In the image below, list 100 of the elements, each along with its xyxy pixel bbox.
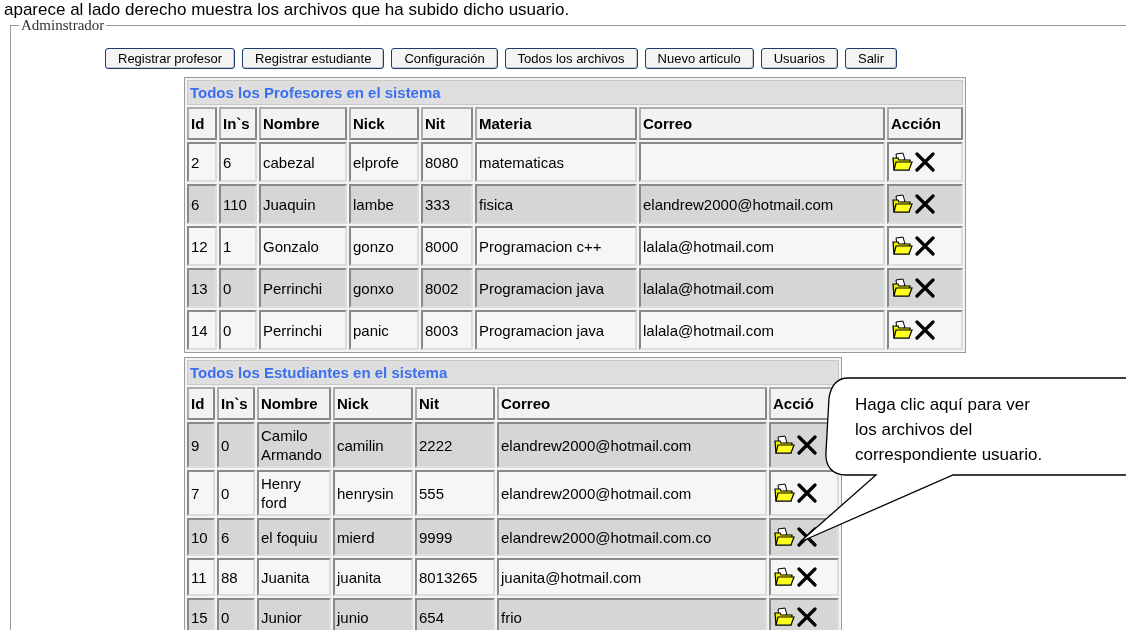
table-cell: 6 <box>219 142 257 182</box>
table-cell: 14 <box>187 310 217 350</box>
folder-icon[interactable] <box>891 152 913 172</box>
folder-icon[interactable] <box>773 483 795 503</box>
table-cell: Perrinchi <box>259 310 347 350</box>
table-cell: Programacion java <box>475 310 637 350</box>
delete-icon[interactable] <box>797 607 817 627</box>
table-cell: mierd <box>333 518 413 556</box>
table-cell: Perrinchi <box>259 268 347 308</box>
table-cell: 2222 <box>415 422 495 468</box>
table-cell: frio <box>497 598 767 630</box>
table-cell: el foquiu <box>257 518 331 556</box>
table-cell: elandrew2000@hotmail.com.co <box>497 518 767 556</box>
table-cell: junio <box>333 598 413 630</box>
table-cell: camilin <box>333 422 413 468</box>
table-cell: 654 <box>415 598 495 630</box>
table-cell: 8003 <box>421 310 473 350</box>
table-cell: 2 <box>187 142 217 182</box>
delete-icon[interactable] <box>797 435 817 455</box>
delete-icon[interactable] <box>797 567 817 587</box>
table-cell: lalala@hotmail.com <box>639 226 885 266</box>
table-cell: 12 <box>187 226 217 266</box>
table-cell: Juaquin <box>259 184 347 224</box>
table-cell: lalala@hotmail.com <box>639 310 885 350</box>
column-header: Nit <box>421 107 473 140</box>
table-cell: 555 <box>415 470 495 516</box>
table-cell: 13 <box>187 268 217 308</box>
column-header: Nick <box>333 387 413 420</box>
table-cell: elandrew2000@hotmail.com <box>497 470 767 516</box>
folder-icon[interactable] <box>773 527 795 547</box>
table-cell: gonxo <box>349 268 419 308</box>
table-cell: 9 <box>187 422 215 468</box>
caption-text: aparece al lado derecho muestra los archivos que ha subido dicho usuario. <box>3 0 571 19</box>
nav-button[interactable]: Salir <box>844 48 897 69</box>
column-header: Nombre <box>259 107 347 140</box>
table-cell: 11 <box>187 558 215 596</box>
table-cell: 8000 <box>421 226 473 266</box>
column-header: Nit <box>415 387 495 420</box>
table-cell: lambe <box>349 184 419 224</box>
column-header: Id <box>187 387 215 420</box>
table-cell: Juanita <box>257 558 331 596</box>
folder-icon[interactable] <box>891 194 913 214</box>
table-title: Todos los Profesores en el sistema <box>187 80 964 105</box>
table-cell: 8080 <box>421 142 473 182</box>
nav-button[interactable]: Todos los archivos <box>504 48 638 69</box>
column-header: Materia <box>475 107 637 140</box>
table-cell: henrysin <box>333 470 413 516</box>
table-cell: 0 <box>219 268 257 308</box>
column-header: Correo <box>497 387 767 420</box>
delete-icon[interactable] <box>915 278 935 298</box>
folder-icon[interactable] <box>891 278 913 298</box>
column-header: In`s <box>217 387 255 420</box>
table-cell: elprofe <box>349 142 419 182</box>
callout-text: Haga clic aquí para ver los archivos del correspondiente usuario. <box>855 394 1044 466</box>
delete-icon[interactable] <box>915 152 935 172</box>
nav-button[interactable]: Nuevo articulo <box>644 48 754 69</box>
table-cell: gonzo <box>349 226 419 266</box>
column-header: Correo <box>639 107 885 140</box>
table-cell: 0 <box>219 310 257 350</box>
column-header: Nombre <box>257 387 331 420</box>
table-cell: 10 <box>187 518 215 556</box>
table-cell: elandrew2000@hotmail.com <box>497 422 767 468</box>
nav-button[interactable]: Registrar profesor <box>105 48 236 69</box>
table-cell: 333 <box>421 184 473 224</box>
folder-icon[interactable] <box>891 320 913 340</box>
table-cell: 0 <box>217 470 255 516</box>
table-cell: 0 <box>217 598 255 630</box>
delete-icon[interactable] <box>915 236 935 256</box>
folder-icon[interactable] <box>773 607 795 627</box>
table-cell: Programacion java <box>475 268 637 308</box>
nav-button[interactable]: Registrar estudiante <box>242 48 385 69</box>
table-cell: panic <box>349 310 419 350</box>
table-cell: 8002 <box>421 268 473 308</box>
table-cell: matematicas <box>475 142 637 182</box>
folder-icon[interactable] <box>773 567 795 587</box>
table-cell: cabezal <box>259 142 347 182</box>
column-header: Acción <box>887 107 964 140</box>
table-cell: 7 <box>187 470 215 516</box>
table-cell: 8013265 <box>415 558 495 596</box>
table-cell: 110 <box>219 184 257 224</box>
column-header: In`s <box>219 107 257 140</box>
delete-icon[interactable] <box>797 483 817 503</box>
folder-icon[interactable] <box>773 435 795 455</box>
table-title: Todos los Estudiantes en el sistema <box>187 360 840 385</box>
table-cell: 6 <box>217 518 255 556</box>
delete-icon[interactable] <box>797 527 817 547</box>
delete-icon[interactable] <box>915 320 935 340</box>
table-cell: 0 <box>217 422 255 468</box>
table-cell: 9999 <box>415 518 495 556</box>
table-cell: Junior <box>257 598 331 630</box>
table-cell: 6 <box>187 184 217 224</box>
column-header: Id <box>187 107 217 140</box>
folder-icon[interactable] <box>891 236 913 256</box>
table-cell: juanita@hotmail.com <box>497 558 767 596</box>
nav-button[interactable]: Usuarios <box>760 48 838 69</box>
delete-icon[interactable] <box>915 194 935 214</box>
nav-button[interactable]: Configuración <box>391 48 498 69</box>
table-cell: Gonzalo <box>259 226 347 266</box>
table-cell: Henry ford <box>257 470 331 516</box>
column-header: Nick <box>349 107 419 140</box>
